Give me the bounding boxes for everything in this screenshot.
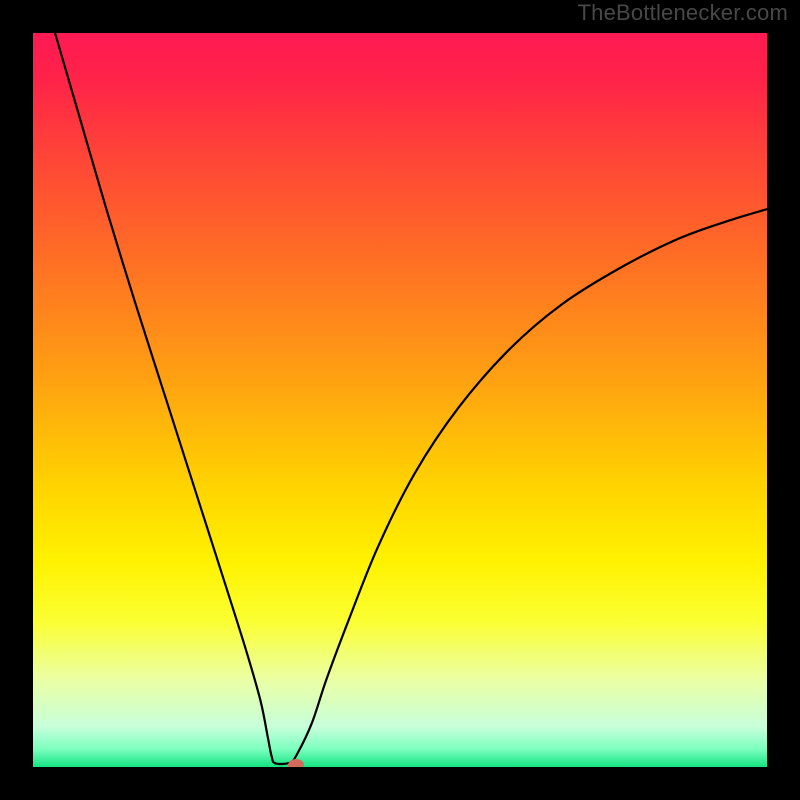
optimal-point-marker [288, 759, 304, 767]
chart-frame: TheBottlenecker.com [0, 0, 800, 800]
bottleneck-curve [55, 33, 767, 764]
watermark-label: TheBottlenecker.com [578, 0, 788, 26]
plot-area [33, 33, 767, 767]
curve-layer [33, 33, 767, 767]
